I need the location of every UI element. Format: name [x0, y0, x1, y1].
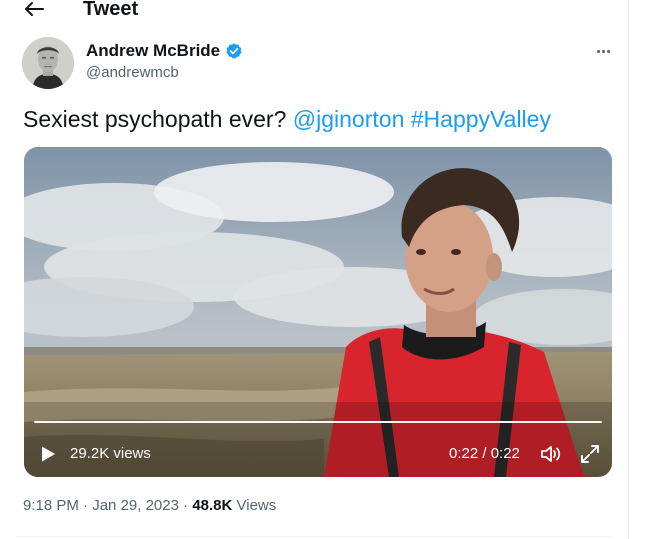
back-button[interactable]: [22, 0, 46, 18]
fullscreen-icon[interactable]: [580, 444, 600, 464]
more-dot-icon: [606, 49, 610, 53]
avatar-photo: [22, 37, 74, 89]
meta-separator: ·: [183, 497, 189, 514]
mention-link[interactable]: @jginorton: [293, 106, 405, 132]
video-progress-bar[interactable]: [34, 421, 602, 423]
avatar[interactable]: [22, 37, 74, 89]
volume-icon[interactable]: [540, 444, 562, 464]
more-dot-icon: [601, 49, 605, 53]
arrow-left-icon: [25, 2, 44, 16]
tweet-page: Tweet Andrew McBride @andrewmcb Sexiest …: [0, 0, 648, 539]
tweet-meta: 9:18 PM · Jan 29, 2023 · 48.8K Views: [23, 496, 276, 516]
play-icon[interactable]: [39, 445, 57, 463]
tweet-date[interactable]: Jan 29, 2023: [92, 497, 179, 514]
more-options-button[interactable]: [590, 40, 616, 62]
video-player[interactable]: 29.2K views 0:22 / 0:22: [24, 147, 612, 477]
tweet-body: Sexiest psychopath ever?: [23, 106, 287, 132]
more-dot-icon: [596, 49, 600, 53]
verified-badge-icon: [226, 43, 242, 59]
tweet-views[interactable]: 48.8K Views: [192, 497, 276, 514]
column-border: [628, 0, 629, 539]
video-frame: [24, 147, 612, 477]
page-title: Tweet: [83, 0, 139, 20]
divider: [16, 536, 612, 537]
video-time: 0:22 / 0:22: [449, 445, 520, 462]
views-count: 48.8K: [192, 497, 233, 514]
tweet-time[interactable]: 9:18 PM: [23, 497, 79, 514]
tweet-text: Sexiest psychopath ever? @jginorton #Hap…: [23, 104, 551, 134]
views-label: Views: [236, 497, 277, 514]
hashtag-link[interactable]: #HappyValley: [411, 106, 551, 132]
meta-separator: ·: [83, 497, 89, 514]
author-handle[interactable]: @andrewmcb: [86, 64, 179, 82]
video-views: 29.2K views: [70, 445, 151, 462]
author-name-row[interactable]: Andrew McBride: [86, 40, 243, 62]
display-name: Andrew McBride: [86, 41, 221, 60]
